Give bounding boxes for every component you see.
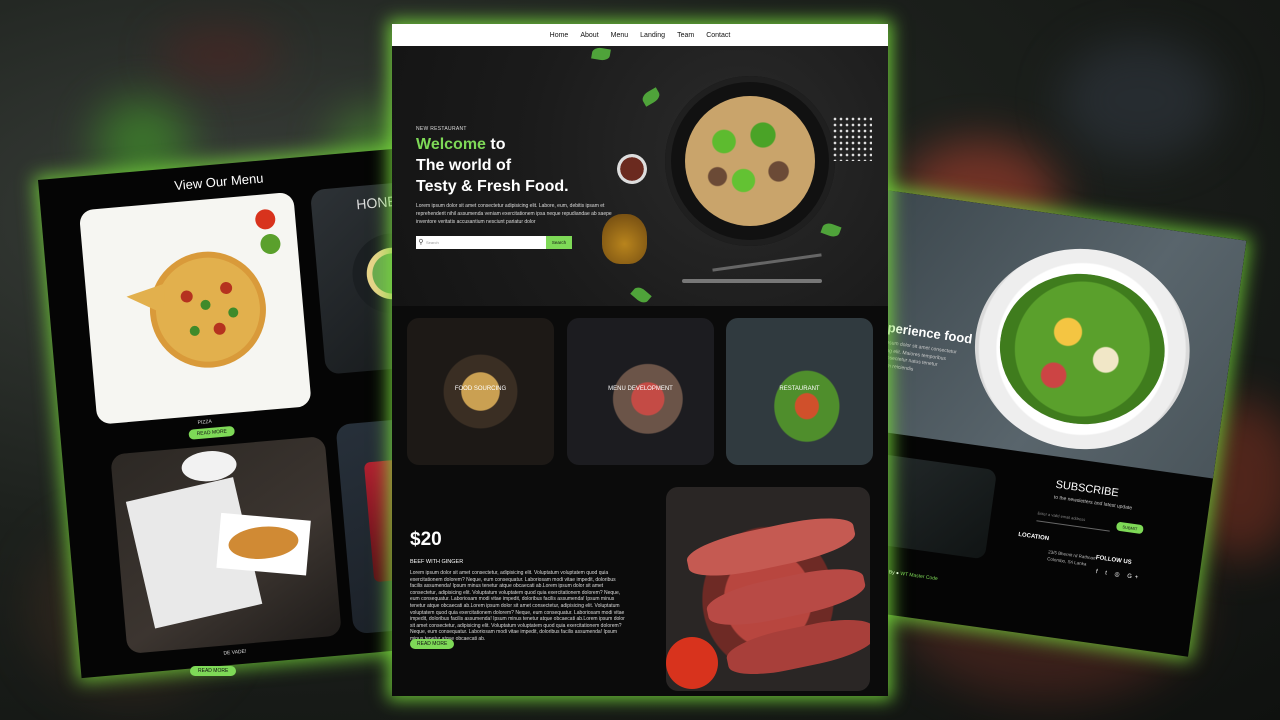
croissant-card[interactable] bbox=[110, 436, 342, 654]
social-icons[interactable]: f t ◎ G+ bbox=[1095, 568, 1141, 581]
hero-title-accent: Welcome bbox=[416, 136, 486, 153]
menu-page-preview: View Our Menu PIZZA READ MORE HONE DE VA… bbox=[38, 148, 441, 679]
nav-landing[interactable]: Landing bbox=[634, 32, 671, 39]
category-row: FOOD SOURCING MENU DEVELOPMENT RESTAURAN… bbox=[407, 318, 877, 468]
hero-title-rest: to bbox=[490, 136, 506, 153]
location-title: LOCATION bbox=[1017, 531, 1050, 543]
nav-team[interactable]: Team bbox=[671, 32, 700, 39]
pizza-image bbox=[126, 209, 281, 368]
design-credit-link[interactable]: WT Master Code bbox=[900, 571, 938, 582]
nav-home[interactable]: Home bbox=[544, 32, 575, 39]
dish-price: $20 bbox=[410, 529, 442, 550]
subscribe-subtitle: to the newsletters and latest update bbox=[1053, 494, 1133, 512]
hero-search: ⚲ Search Search bbox=[416, 236, 572, 249]
main-page-preview: Home About Menu Landing Team Contact NEW… bbox=[392, 24, 888, 696]
dish-name: BEEF WITH GINGER bbox=[410, 559, 464, 565]
hero-eyebrow: NEW RESTAURANT bbox=[416, 126, 467, 132]
search-icon: ⚲ bbox=[418, 239, 424, 246]
landing-page-preview: Experience food Lorem ipsum dolor sit am… bbox=[826, 190, 1247, 657]
hero-title-line3: Testy & Fresh Food. bbox=[416, 178, 569, 195]
hero-title-line2: The world of bbox=[416, 157, 512, 174]
steak-image bbox=[666, 487, 870, 691]
hero-title: Welcome to The world of Testy & Fresh Fo… bbox=[416, 134, 569, 197]
subscribe-email-input[interactable]: Enter a valid email address bbox=[1036, 510, 1112, 532]
category-restaurant[interactable]: RESTAURANT bbox=[726, 318, 873, 465]
category-food-sourcing[interactable]: FOOD SOURCING bbox=[407, 318, 554, 465]
dish-read-more-button[interactable]: READ MORE bbox=[410, 639, 455, 649]
category-label: FOOD SOURCING bbox=[454, 386, 507, 392]
top-nav: Home About Menu Landing Team Contact bbox=[392, 24, 888, 46]
nav-about[interactable]: About bbox=[574, 32, 604, 39]
category-label: MENU DEVELOPMENT bbox=[608, 386, 673, 392]
pizza-card[interactable] bbox=[78, 191, 312, 425]
category-label: RESTAURANT bbox=[779, 386, 820, 392]
hero-body: Lorem ipsum dolor sit amet consectetur a… bbox=[416, 203, 612, 225]
cutlery-image bbox=[682, 279, 822, 283]
spice-bowl-image bbox=[617, 154, 647, 184]
salad-hero: Experience food Lorem ipsum dolor sit am… bbox=[851, 190, 1247, 479]
search-input[interactable]: Search bbox=[426, 236, 546, 249]
hero-section: NEW RESTAURANT Welcome to The world of T… bbox=[392, 46, 888, 306]
search-button[interactable]: Search bbox=[546, 236, 572, 249]
croissant-label: DE VADE! bbox=[223, 648, 247, 657]
nav-menu[interactable]: Menu bbox=[605, 32, 635, 39]
subscribe-submit-button[interactable]: SUBMIT bbox=[1115, 521, 1144, 535]
croissant-read-more-button[interactable]: READ MORE bbox=[190, 666, 237, 676]
nav-contact[interactable]: Contact bbox=[700, 32, 736, 39]
category-menu-development[interactable]: MENU DEVELOPMENT bbox=[567, 318, 714, 465]
dish-description: Lorem ipsum dolor sit amet consectetur, … bbox=[410, 570, 625, 642]
pizza-read-more-button[interactable]: READ MORE bbox=[188, 425, 236, 440]
